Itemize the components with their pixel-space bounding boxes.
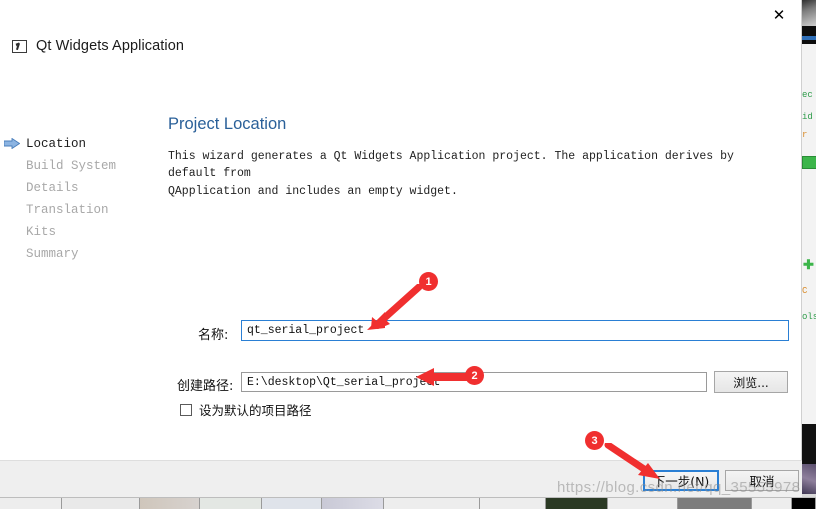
taskbar (0, 497, 816, 509)
taskbar-cell[interactable] (140, 498, 200, 509)
default-path-checkbox-row[interactable]: 设为默认的项目路径 (180, 400, 312, 419)
bg-blue-accent (800, 36, 816, 40)
taskbar-cell[interactable] (262, 498, 322, 509)
taskbar-cell[interactable] (678, 498, 752, 509)
title-bar: ✕ (0, 0, 801, 31)
page-description: This wizard generates a Qt Widgets Appli… (168, 150, 734, 198)
taskbar-cell[interactable] (384, 498, 480, 509)
sidebar-item-label: Translation (26, 203, 109, 217)
sidebar-item-kits[interactable]: Kits (0, 221, 168, 243)
sidebar-item-build-system[interactable]: Build System (0, 155, 168, 177)
taskbar-cell[interactable] (546, 498, 608, 509)
bg-photo-thumbnail (800, 0, 816, 26)
project-name-input[interactable]: qt_serial_project (241, 320, 789, 341)
default-path-checkbox-label: 设为默认的项目路径 (199, 403, 312, 418)
bg-green-block-icon (802, 156, 816, 169)
bg-plus-icon: ✚ (803, 257, 814, 272)
taskbar-cell[interactable] (200, 498, 262, 509)
sidebar-item-label: Details (26, 181, 79, 195)
taskbar-cell[interactable] (322, 498, 384, 509)
bg-photo-thumbnail-2 (800, 464, 816, 494)
bg-text-2: id (802, 112, 813, 122)
sidebar-item-details[interactable]: Details (0, 177, 168, 199)
sidebar-item-translation[interactable]: Translation (0, 199, 168, 221)
taskbar-cell[interactable] (0, 498, 62, 509)
wizard-header: Qt Widgets Application (0, 31, 801, 61)
wizard-steps-sidebar: Location Build System Details Translatio… (0, 61, 168, 474)
sidebar-item-label: Summary (26, 247, 79, 261)
taskbar-cell[interactable] (608, 498, 678, 509)
window-cursor-icon (12, 39, 27, 53)
sidebar-item-summary[interactable]: Summary (0, 243, 168, 265)
default-path-checkbox[interactable] (180, 403, 192, 416)
current-step-arrow-icon (4, 138, 20, 149)
background-application-strip: ec id r ✚ C ols (800, 0, 816, 508)
wizard-body: Location Build System Details Translatio… (0, 61, 801, 474)
browse-button[interactable]: 浏览... (714, 371, 788, 393)
bg-text-1: ec (802, 90, 813, 100)
close-icon[interactable]: ✕ (757, 0, 801, 31)
taskbar-cell[interactable] (480, 498, 546, 509)
bg-text-5: ols (802, 312, 816, 322)
bg-dark-region (800, 424, 816, 464)
bg-text-3: r (802, 130, 808, 140)
name-field-label: 名称: (198, 328, 229, 343)
qt-wizard-dialog: ✕ Qt Widgets Application Location Build … (0, 0, 802, 497)
bg-dark-bar (800, 26, 816, 44)
path-field-label: 创建路径: (177, 379, 234, 394)
annotation-badge-3: 3 (585, 431, 604, 450)
taskbar-cell[interactable] (62, 498, 140, 509)
sidebar-item-label: Kits (26, 225, 57, 239)
annotation-badge-2: 2 (465, 366, 484, 385)
taskbar-cell[interactable] (752, 498, 792, 509)
bg-text-4: C (802, 286, 808, 296)
bg-editor-panel: ec id r ✚ C ols (800, 44, 816, 424)
page-title: Project Location (168, 115, 287, 133)
sidebar-item-location[interactable]: Location (0, 133, 168, 155)
sidebar-item-label: Build System (26, 159, 117, 173)
annotation-badge-1: 1 (419, 272, 438, 291)
app-title: Qt Widgets Application (36, 38, 185, 54)
taskbar-cell[interactable] (792, 498, 816, 509)
watermark: https://blog.csdn.net/qq_35553978 (557, 479, 801, 496)
sidebar-item-label: Location (26, 137, 87, 151)
